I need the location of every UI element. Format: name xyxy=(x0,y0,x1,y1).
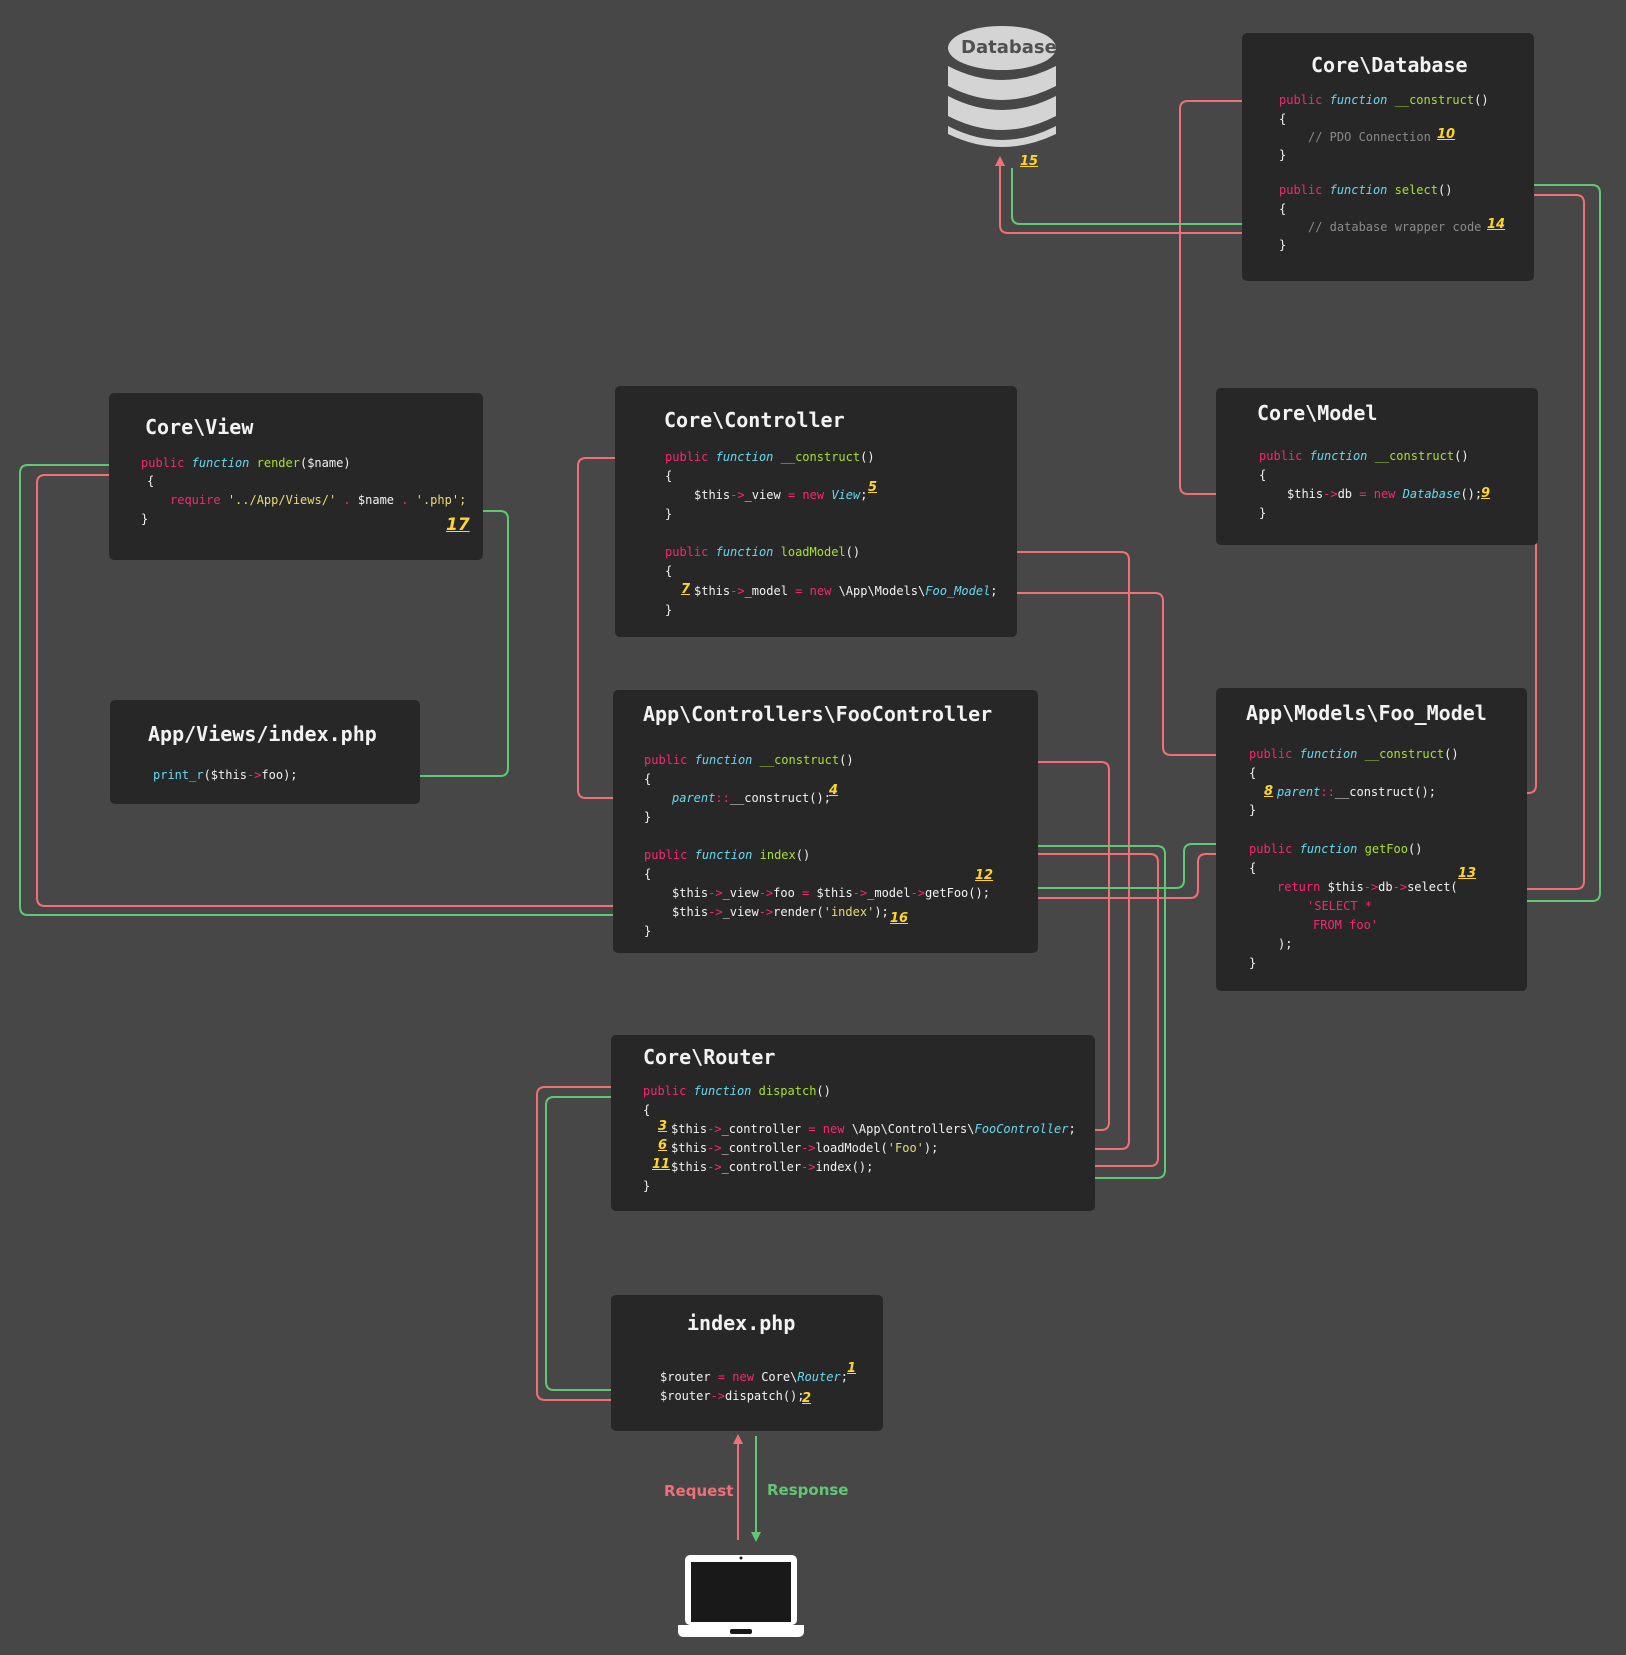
step-2: 2 xyxy=(802,1391,812,1406)
core-view-box: Core\View public function render($name) … xyxy=(109,393,483,560)
pdo-comment: // PDO Connection xyxy=(1308,130,1431,144)
brace-open: { xyxy=(643,1103,651,1117)
brace-close: } xyxy=(665,603,673,617)
step-9: 9 xyxy=(1481,486,1491,501)
brace-open: { xyxy=(147,474,155,488)
construct-signature: public function __construct() xyxy=(1279,93,1489,107)
construct-signature: public function __construct() xyxy=(665,450,875,464)
render-signature: public function render($name) xyxy=(141,456,351,470)
dispatch-line: $router->dispatch(); xyxy=(660,1389,805,1403)
brace-close: } xyxy=(1259,506,1267,520)
select-signature: public function select() xyxy=(1279,183,1453,197)
brace-open: { xyxy=(1279,112,1287,126)
step-15: 15 xyxy=(1020,154,1039,169)
step-1: 1 xyxy=(847,1361,857,1376)
router-line: $router = new Core\Router; xyxy=(660,1370,848,1384)
require-line: require '../App/Views/' . $name . '.php'… xyxy=(170,493,467,507)
brace-open: { xyxy=(644,772,652,786)
step-14: 14 xyxy=(1487,217,1506,232)
loadmodel-line: $this->_controller->loadModel('Foo'); xyxy=(671,1141,939,1155)
step-10: 10 xyxy=(1437,127,1456,142)
brace-close: } xyxy=(643,1179,651,1193)
step-4: 4 xyxy=(829,783,839,798)
request-label: Request xyxy=(664,1482,734,1500)
model-line: $this->_model = new \App\Models\Foo_Mode… xyxy=(694,584,998,598)
step-16: 16 xyxy=(890,911,909,926)
sql-select: 'SELECT * xyxy=(1307,899,1373,913)
response-label: Response xyxy=(767,1481,849,1499)
brace-close: } xyxy=(141,512,149,526)
parent-line: parent::__construct(); xyxy=(672,791,831,805)
loadmodel-signature: public function loadModel() xyxy=(665,545,861,559)
construct-signature: public function __construct() xyxy=(1259,449,1469,463)
wrapper-comment: // database wrapper code xyxy=(1308,220,1482,234)
construct-signature: public function __construct() xyxy=(644,753,854,767)
brace-open: { xyxy=(665,564,673,578)
foo-line: $this->_view->foo = $this->_model->getFo… xyxy=(672,886,990,900)
index-php-box: index.php $router = new Core\Router; 1 $… xyxy=(611,1295,883,1431)
foo-controller-title: App\Controllers\FooController xyxy=(643,702,993,726)
render-line: $this->_view->render('index'); xyxy=(672,905,889,919)
step-3: 3 xyxy=(658,1119,668,1134)
brace-open: { xyxy=(1249,766,1257,780)
core-router-box: Core\Router public function dispatch() {… xyxy=(611,1035,1095,1211)
database: Database xyxy=(945,22,1060,152)
construct-signature: public function __construct() xyxy=(1249,747,1459,761)
step-7: 7 xyxy=(681,582,691,597)
getfoo-signature: public function getFoo() xyxy=(1249,842,1423,856)
brace-close: } xyxy=(644,924,652,938)
close-paren: ); xyxy=(1278,937,1293,951)
print-line: print_r($this->foo); xyxy=(153,768,298,782)
index-php-title: index.php xyxy=(687,1311,796,1335)
core-model-box: Core\Model public function __construct()… xyxy=(1216,388,1538,545)
brace-close: } xyxy=(665,507,673,521)
foo-model-box: App\Models\Foo_Model public function __c… xyxy=(1216,688,1527,991)
controller-line: $this->_controller = new \App\Controller… xyxy=(671,1122,1076,1136)
brace-open: { xyxy=(644,867,652,881)
brace-close: } xyxy=(1279,148,1287,162)
step-12: 12 xyxy=(975,868,994,883)
step-11: 11 xyxy=(652,1157,671,1172)
step-13: 13 xyxy=(1458,866,1477,881)
brace-open: { xyxy=(1279,202,1287,216)
database-label: Database xyxy=(961,37,1057,58)
core-controller-box: Core\Controller public function __constr… xyxy=(615,386,1017,637)
db-line: $this->db = new Database(); xyxy=(1287,487,1483,501)
brace-close: } xyxy=(1279,238,1287,252)
index-line: $this->_controller->index(); xyxy=(671,1160,874,1174)
brace-close: } xyxy=(644,810,652,824)
core-view-title: Core\View xyxy=(145,415,254,439)
laptop-icon xyxy=(678,1555,804,1637)
core-model-title: Core\Model xyxy=(1257,401,1378,425)
brace-open: { xyxy=(1249,861,1257,875)
brace-close: } xyxy=(1249,956,1257,970)
brace-open: { xyxy=(1259,468,1267,482)
step-6: 6 xyxy=(658,1138,668,1153)
core-controller-title: Core\Controller xyxy=(664,408,845,432)
step-8: 8 xyxy=(1264,784,1274,799)
brace-close: } xyxy=(1249,803,1257,817)
views-index-box: App/Views/index.php print_r($this->foo); xyxy=(110,700,420,804)
core-database-box: Core\Database public function __construc… xyxy=(1242,33,1534,281)
brace-open: { xyxy=(665,469,673,483)
foo-model-title: App\Models\Foo_Model xyxy=(1246,701,1487,725)
step-17: 17 xyxy=(446,515,470,535)
foo-controller-box: App\Controllers\FooController public fun… xyxy=(613,690,1038,953)
core-database-title: Core\Database xyxy=(1311,53,1468,77)
view-line: $this->_view = new View; xyxy=(694,488,868,502)
step-5: 5 xyxy=(868,480,878,495)
return-line: return $this->db->select( xyxy=(1277,880,1458,894)
client xyxy=(678,1553,804,1637)
sql-from: FROM foo' xyxy=(1313,918,1379,932)
core-router-title: Core\Router xyxy=(643,1045,776,1069)
dispatch-signature: public function dispatch() xyxy=(643,1084,831,1098)
views-index-title: App/Views/index.php xyxy=(148,722,377,746)
index-signature: public function index() xyxy=(644,848,811,862)
parent-line: parent::__construct(); xyxy=(1277,785,1436,799)
